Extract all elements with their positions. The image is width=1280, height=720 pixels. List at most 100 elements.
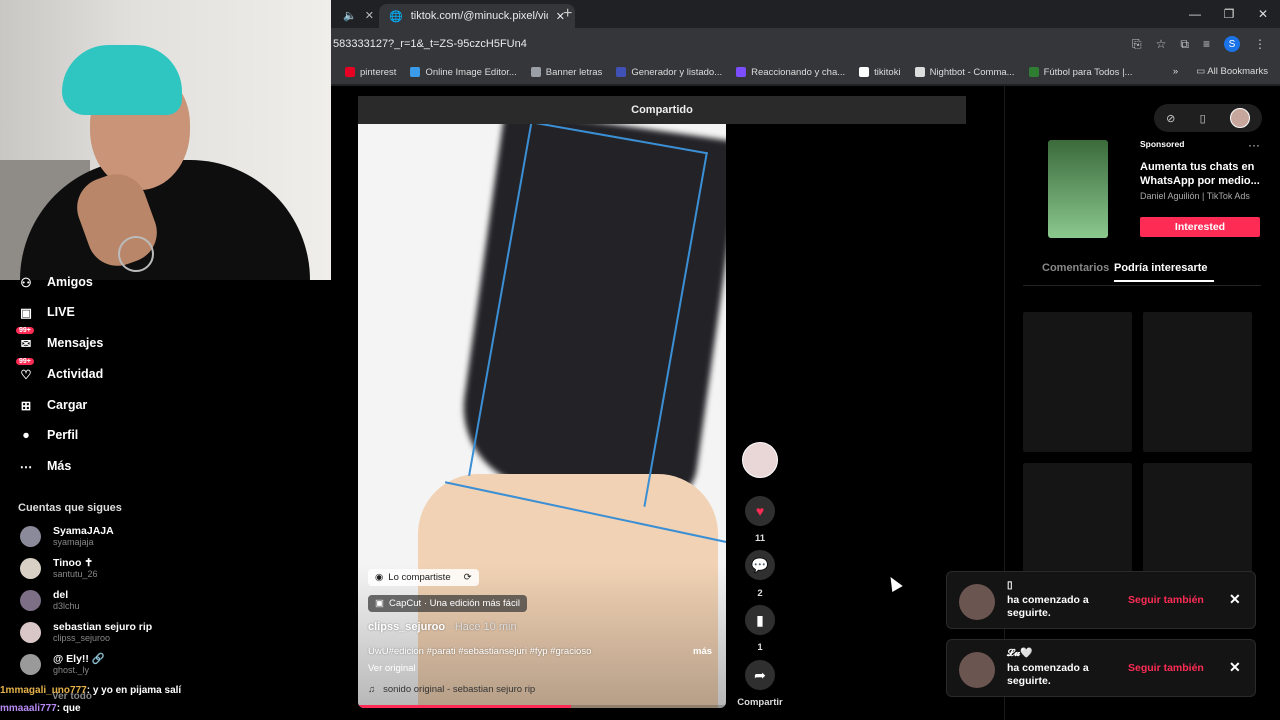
all-bookmarks-button[interactable]: ▭ All Bookmarks — [1196, 66, 1268, 77]
chat-username: mmaaali777 — [0, 703, 57, 714]
notification-message: ha comenzado a seguirte. — [1007, 662, 1089, 687]
tab-suggested[interactable]: Podría interesarte — [1114, 262, 1214, 282]
following-title: Cuentas que sigues — [18, 502, 122, 514]
compass-icon[interactable]: ⊘ — [1166, 112, 1175, 125]
interested-button[interactable]: Interested — [1140, 217, 1260, 237]
bookmark-item[interactable]: Fútbol para Todos |... — [1028, 67, 1132, 78]
sponsored-label: Sponsored — [1140, 139, 1185, 149]
tab-divider — [1023, 285, 1261, 286]
ad-thumbnail[interactable] — [1048, 140, 1108, 238]
top-right-controls: ⊘ ▯ — [1154, 104, 1262, 132]
video-player[interactable]: ◉ Lo compartiste ⟳ ▣ CapCut · Una edició… — [358, 124, 726, 708]
bookmarks-overflow[interactable]: » — [1173, 66, 1178, 77]
see-original-link[interactable]: Ver original — [368, 663, 416, 674]
author-avatar[interactable] — [742, 442, 778, 478]
bookmark-favicon-icon — [1028, 67, 1039, 77]
main-content: Compartido ◉ Lo compartiste ⟳ ▣ CapCut ·… — [331, 86, 1004, 720]
bookmark-favicon-icon — [530, 67, 541, 77]
live-icon: ▣ — [20, 305, 32, 320]
more-link[interactable]: más — [693, 646, 712, 657]
close-window-button[interactable]: ✕ — [1246, 0, 1280, 28]
bookmark-item[interactable]: pinterest — [345, 67, 396, 78]
suggested-video-card[interactable] — [1143, 312, 1252, 452]
bookmark-star-icon[interactable]: ☆ — [1156, 37, 1167, 51]
followed-account[interactable]: sebastian sejuro rip clipss_sejuroo — [20, 622, 152, 643]
sidebar-item-cargar[interactable]: ⊞ Cargar — [18, 397, 88, 413]
followed-account[interactable]: @ Ely!! 🔗 ghost._ly — [20, 654, 105, 675]
video-author[interactable]: clipss_sejuroo · Hace 10 min — [368, 621, 517, 633]
comment-button[interactable]: 💬 — [745, 550, 775, 580]
browser-menu-icon[interactable]: ⋮ — [1254, 37, 1266, 51]
install-app-icon[interactable]: ⎘ — [1132, 37, 1142, 52]
sidebar-item-amigos[interactable]: ⚇ Amigos — [18, 274, 92, 290]
video-progress-bar[interactable] — [358, 705, 726, 708]
account-handle: d3lchu — [53, 601, 80, 611]
avatar — [20, 526, 41, 547]
bookmark-label: Online Image Editor... — [425, 66, 517, 78]
avatar[interactable] — [959, 584, 995, 620]
phone-icon[interactable]: ▯ — [1200, 112, 1206, 125]
sidebar-item-actividad[interactable]: ♡ 99+ Actividad — [16, 358, 104, 382]
bookmark-label: Generador y listado... — [631, 66, 723, 78]
address-bar: 583333127?_r=1&_t=ZS-95czcH5FUn4 ⎘ ☆ ⧉ ≡… — [331, 28, 1280, 60]
profile-avatar[interactable]: S — [1224, 36, 1240, 52]
panel-tabs: Comentarios Podría interesarte — [1042, 262, 1214, 282]
account-handle: ghost._ly — [53, 665, 90, 675]
minimize-button[interactable]: — — [1178, 0, 1212, 28]
sidebar-item-ms[interactable]: ⋯ Más — [18, 458, 72, 474]
sidebar-item-label: Cargar — [47, 398, 88, 412]
maximize-button[interactable]: ❐ — [1212, 0, 1246, 28]
messages-icon: ✉ 99+ — [16, 327, 34, 351]
sidebar-item-mensajes[interactable]: ✉ 99+ Mensajes — [16, 327, 103, 351]
shared-header: Compartido — [358, 96, 966, 124]
active-tab-title: tiktok.com/@minuck.pixel/vide — [410, 10, 548, 22]
account-name: sebastian sejuro rip — [53, 621, 153, 633]
user-avatar[interactable] — [1229, 108, 1250, 128]
activity-icon: ♡ 99+ — [16, 358, 34, 382]
extensions-icon[interactable]: ⧉ — [1180, 37, 1189, 52]
music-note-icon: ♫ — [368, 684, 376, 695]
follow-back-button[interactable]: Seguir también — [1128, 594, 1204, 606]
suggested-video-card[interactable] — [1023, 312, 1132, 452]
sound-label: sonido original - sebastian sejuro rip — [383, 684, 536, 695]
close-tab-icon[interactable]: ✕ — [365, 9, 374, 22]
tab-strip: 🔈 ✕ 🌐 tiktok.com/@minuck.pixel/vide ✕ + … — [331, 0, 1280, 28]
bookmark-item[interactable]: Generador y listado... — [616, 67, 722, 78]
close-icon[interactable]: ✕ — [1229, 659, 1241, 676]
like-button[interactable]: ♥ — [745, 496, 775, 526]
hoodie-logo — [118, 236, 154, 272]
save-button[interactable]: ▮ — [745, 605, 775, 635]
followed-account[interactable]: del d3lchu — [20, 590, 80, 611]
new-tab-button[interactable]: + — [563, 5, 572, 23]
ad-more-icon[interactable]: ··· — [1248, 138, 1260, 152]
account-handle: santutu_26 — [53, 569, 98, 579]
bookmark-favicon-icon — [345, 67, 355, 77]
close-icon[interactable]: ✕ — [1229, 591, 1241, 608]
video-author-name: clipss_sejuroo — [368, 621, 446, 633]
sidebar-item-live[interactable]: ▣ LIVE — [18, 304, 75, 320]
tab-comments[interactable]: Comentarios — [1042, 262, 1114, 282]
sound-row[interactable]: ♫ sonido original - sebastian sejuro rip — [368, 684, 535, 695]
webcam-person-hair — [62, 45, 182, 115]
bookmark-item[interactable]: Nightbot - Comma... — [914, 67, 1015, 78]
sidebar-item-label: Actividad — [47, 367, 104, 381]
follow-back-button[interactable]: Seguir también — [1128, 662, 1204, 674]
followed-account[interactable]: SyamaJAJA syamajaja — [20, 526, 114, 547]
bookmark-item[interactable]: Banner letras — [530, 67, 602, 78]
bookmark-item[interactable]: Reaccionando y cha... — [736, 67, 845, 78]
follow-notification: ▯ ha comenzado a seguirte. Seguir también ✕ — [946, 571, 1256, 629]
active-tab[interactable]: 🌐 tiktok.com/@minuck.pixel/vide ✕ — [379, 4, 575, 28]
chat-message: 1mmagali_uno777: y yo en pijama salí — [0, 684, 331, 702]
sidebar-item-perfil[interactable]: ● Perfil — [18, 427, 78, 443]
url-field[interactable]: 583333127?_r=1&_t=ZS-95czcH5FUn4 — [333, 38, 1132, 50]
bookmark-item[interactable]: Online Image Editor... — [410, 66, 517, 78]
media-control-icon[interactable]: ≡ — [1203, 37, 1210, 51]
bookmark-item[interactable]: tikitoki — [859, 67, 901, 78]
capcut-chip[interactable]: ▣ CapCut · Una edición más fácil — [368, 595, 527, 612]
ad-title[interactable]: Aumenta tus chats en WhatsApp por medio.… — [1140, 160, 1265, 188]
followed-account[interactable]: Tinoo ✝ santutu_26 — [20, 558, 98, 579]
shared-chip[interactable]: ◉ Lo compartiste ⟳ — [368, 569, 479, 586]
avatar[interactable] — [959, 652, 995, 688]
share-button[interactable]: ➦ — [745, 660, 775, 690]
previous-tab[interactable]: 🔈 ✕ — [331, 4, 381, 26]
